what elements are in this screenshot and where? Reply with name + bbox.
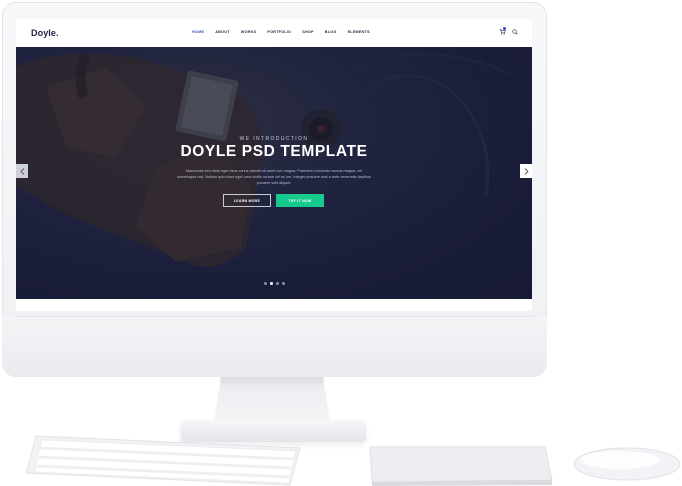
desk-accessories xyxy=(25,435,681,486)
mouse-image xyxy=(573,447,681,481)
trackpad-image xyxy=(369,446,553,486)
keyboard-image xyxy=(25,435,301,486)
